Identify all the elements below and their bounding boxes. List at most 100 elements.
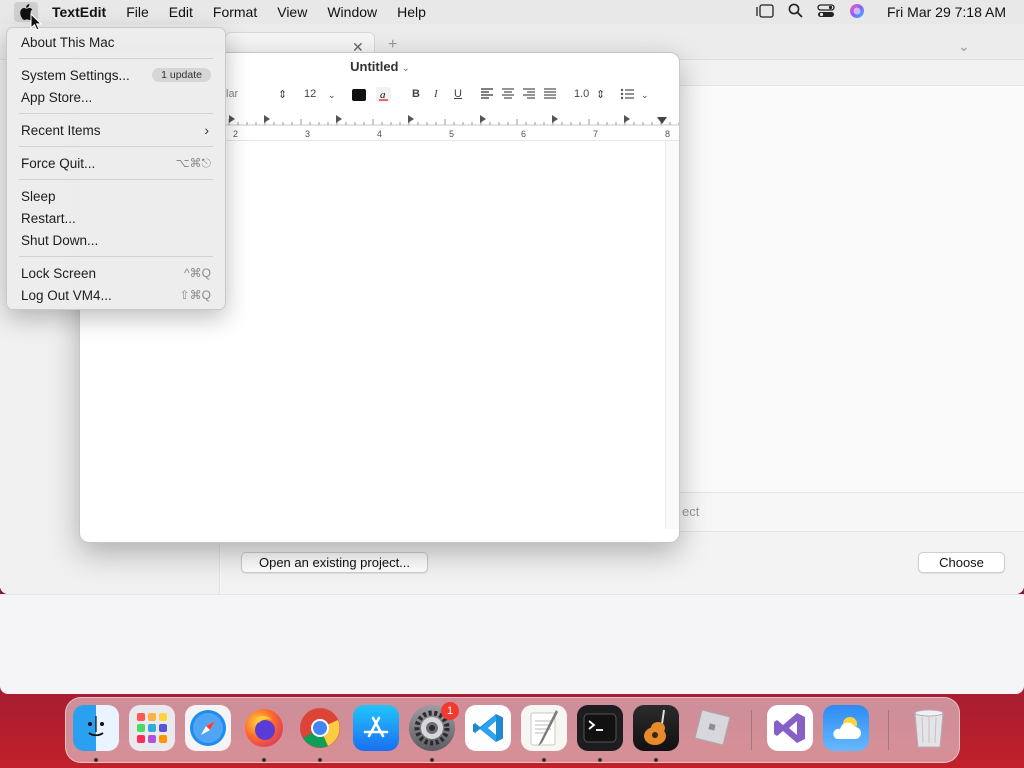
menu-format[interactable]: Format: [203, 4, 267, 20]
dock-divider: [751, 710, 752, 750]
list-style-chevron-icon[interactable]: ⌄: [641, 90, 649, 101]
menu-item-log-out[interactable]: Log Out VM4... ⇧⌘Q: [7, 284, 225, 306]
chevron-down-icon[interactable]: ⌄: [958, 38, 970, 55]
running-indicator: [262, 758, 266, 762]
align-left-icon[interactable]: [480, 87, 494, 104]
ruler-number: 6: [521, 129, 526, 139]
menubar-clock[interactable]: Fri Mar 29 7:18 AM: [887, 4, 1006, 20]
about-label: About This Mac: [21, 34, 115, 50]
underline-button[interactable]: U: [454, 88, 462, 100]
tab-stop-marker: [264, 115, 270, 123]
mouse-pointer-icon: [30, 12, 43, 34]
menu-item-about-this-mac[interactable]: About This Mac: [7, 31, 225, 53]
restart-label: Restart...: [21, 210, 76, 226]
weather-icon[interactable]: [823, 705, 869, 751]
title-dropdown-icon[interactable]: ⌄: [402, 63, 410, 74]
menu-item-restart[interactable]: Restart...: [7, 207, 225, 229]
ruler-number: 8: [665, 129, 670, 139]
align-right-icon[interactable]: [522, 87, 536, 104]
tab-stop-marker: [624, 115, 630, 123]
siri-icon[interactable]: [849, 3, 865, 22]
text-color-swatch[interactable]: [352, 89, 366, 101]
menu-window[interactable]: Window: [317, 4, 387, 20]
project-field-row[interactable]: [680, 492, 1024, 532]
system-settings-label: System Settings...: [21, 67, 130, 83]
running-indicator: [430, 758, 434, 762]
menu-item-shut-down[interactable]: Shut Down...: [7, 229, 225, 251]
menu-item-app-store[interactable]: App Store...: [7, 86, 225, 108]
list-bullets-icon[interactable]: [620, 87, 636, 104]
menu-item-recent-items[interactable]: Recent Items ›: [7, 119, 225, 141]
visual-studio-icon[interactable]: [767, 705, 813, 751]
menu-separator: [19, 113, 213, 114]
ruler-number: 5: [449, 129, 454, 139]
launchpad-icon[interactable]: [129, 705, 175, 751]
line-spacing-value[interactable]: 1.0: [574, 88, 589, 100]
apple-menu-dropdown: About This Mac System Settings... 1 upda…: [6, 27, 226, 310]
garageband-icon[interactable]: [633, 705, 679, 751]
menu-view[interactable]: View: [267, 4, 317, 20]
line-spacing-stepper-icon[interactable]: ⇕: [596, 88, 605, 101]
terminal-icon[interactable]: [577, 705, 623, 751]
ruler-number: 2: [233, 129, 238, 139]
menu-item-system-settings[interactable]: System Settings... 1 update: [7, 64, 225, 86]
firefox-icon[interactable]: [241, 705, 287, 751]
shut-down-label: Shut Down...: [21, 232, 99, 248]
document-title: Untitled: [350, 59, 399, 74]
chrome-icon[interactable]: [297, 705, 343, 751]
svg-text:a: a: [380, 89, 386, 101]
right-margin-marker: [657, 117, 667, 124]
settings-notification-badge: 1: [441, 702, 459, 720]
highlight-color-icon[interactable]: a: [376, 87, 391, 105]
menu-file[interactable]: File: [116, 4, 159, 20]
submenu-chevron-right-icon: ›: [204, 122, 209, 138]
ruler-number: 4: [377, 129, 382, 139]
recent-items-label: Recent Items: [21, 122, 101, 138]
menu-separator: [19, 179, 213, 180]
menu-separator: [19, 146, 213, 147]
tab-stop-marker: [336, 115, 342, 123]
menu-item-lock-screen[interactable]: Lock Screen ^⌘Q: [7, 262, 225, 284]
running-indicator: [318, 758, 322, 762]
tab-stop-marker: [229, 115, 235, 123]
vertical-scrollbar[interactable]: [665, 141, 679, 529]
menu-separator: [19, 58, 213, 59]
menu-bar: TextEdit File Edit Format View Window He…: [0, 0, 1024, 24]
font-family-popup[interactable]: lar: [226, 88, 238, 100]
running-indicator: [598, 758, 602, 762]
menu-help[interactable]: Help: [387, 4, 436, 20]
textedit-icon[interactable]: [521, 705, 567, 751]
running-indicator: [94, 758, 98, 762]
justify-icon[interactable]: [543, 87, 557, 104]
force-quit-shortcut: ⌥⌘⎋: [175, 155, 211, 170]
tab-stop-marker: [408, 115, 414, 123]
log-out-label: Log Out VM4...: [21, 287, 112, 303]
menu-edit[interactable]: Edit: [159, 4, 203, 20]
menu-item-sleep[interactable]: Sleep: [7, 185, 225, 207]
menu-item-force-quit[interactable]: Force Quit... ⌥⌘⎋: [7, 152, 225, 174]
align-center-icon[interactable]: [501, 87, 515, 104]
control-center-icon[interactable]: [817, 3, 835, 21]
content-header: [680, 60, 1024, 86]
font-size-value[interactable]: 12: [304, 88, 316, 100]
lock-screen-label: Lock Screen: [21, 265, 97, 281]
choose-button[interactable]: Choose: [918, 552, 1005, 573]
tab-stop-marker: [480, 115, 486, 123]
open-existing-project-button[interactable]: Open an existing project...: [241, 552, 428, 573]
app-store-icon[interactable]: [353, 705, 399, 751]
italic-button[interactable]: I: [434, 88, 438, 100]
vscode-icon[interactable]: [465, 705, 511, 751]
spotlight-search-icon[interactable]: [788, 3, 803, 21]
dock: 1: [65, 697, 960, 763]
finder-icon[interactable]: [73, 705, 119, 751]
roblox-icon[interactable]: [689, 705, 735, 751]
font-popup-stepper-icon[interactable]: ⇕: [278, 88, 287, 101]
safari-icon[interactable]: [185, 705, 231, 751]
update-badge: 1 update: [152, 68, 211, 82]
trash-icon[interactable]: [906, 705, 952, 751]
bold-button[interactable]: B: [412, 88, 420, 100]
stage-manager-icon[interactable]: [756, 3, 774, 21]
menu-app-textedit[interactable]: TextEdit: [42, 4, 116, 20]
lock-screen-shortcut: ^⌘Q: [184, 266, 211, 280]
font-size-chevron-icon[interactable]: ⌄: [328, 90, 336, 101]
